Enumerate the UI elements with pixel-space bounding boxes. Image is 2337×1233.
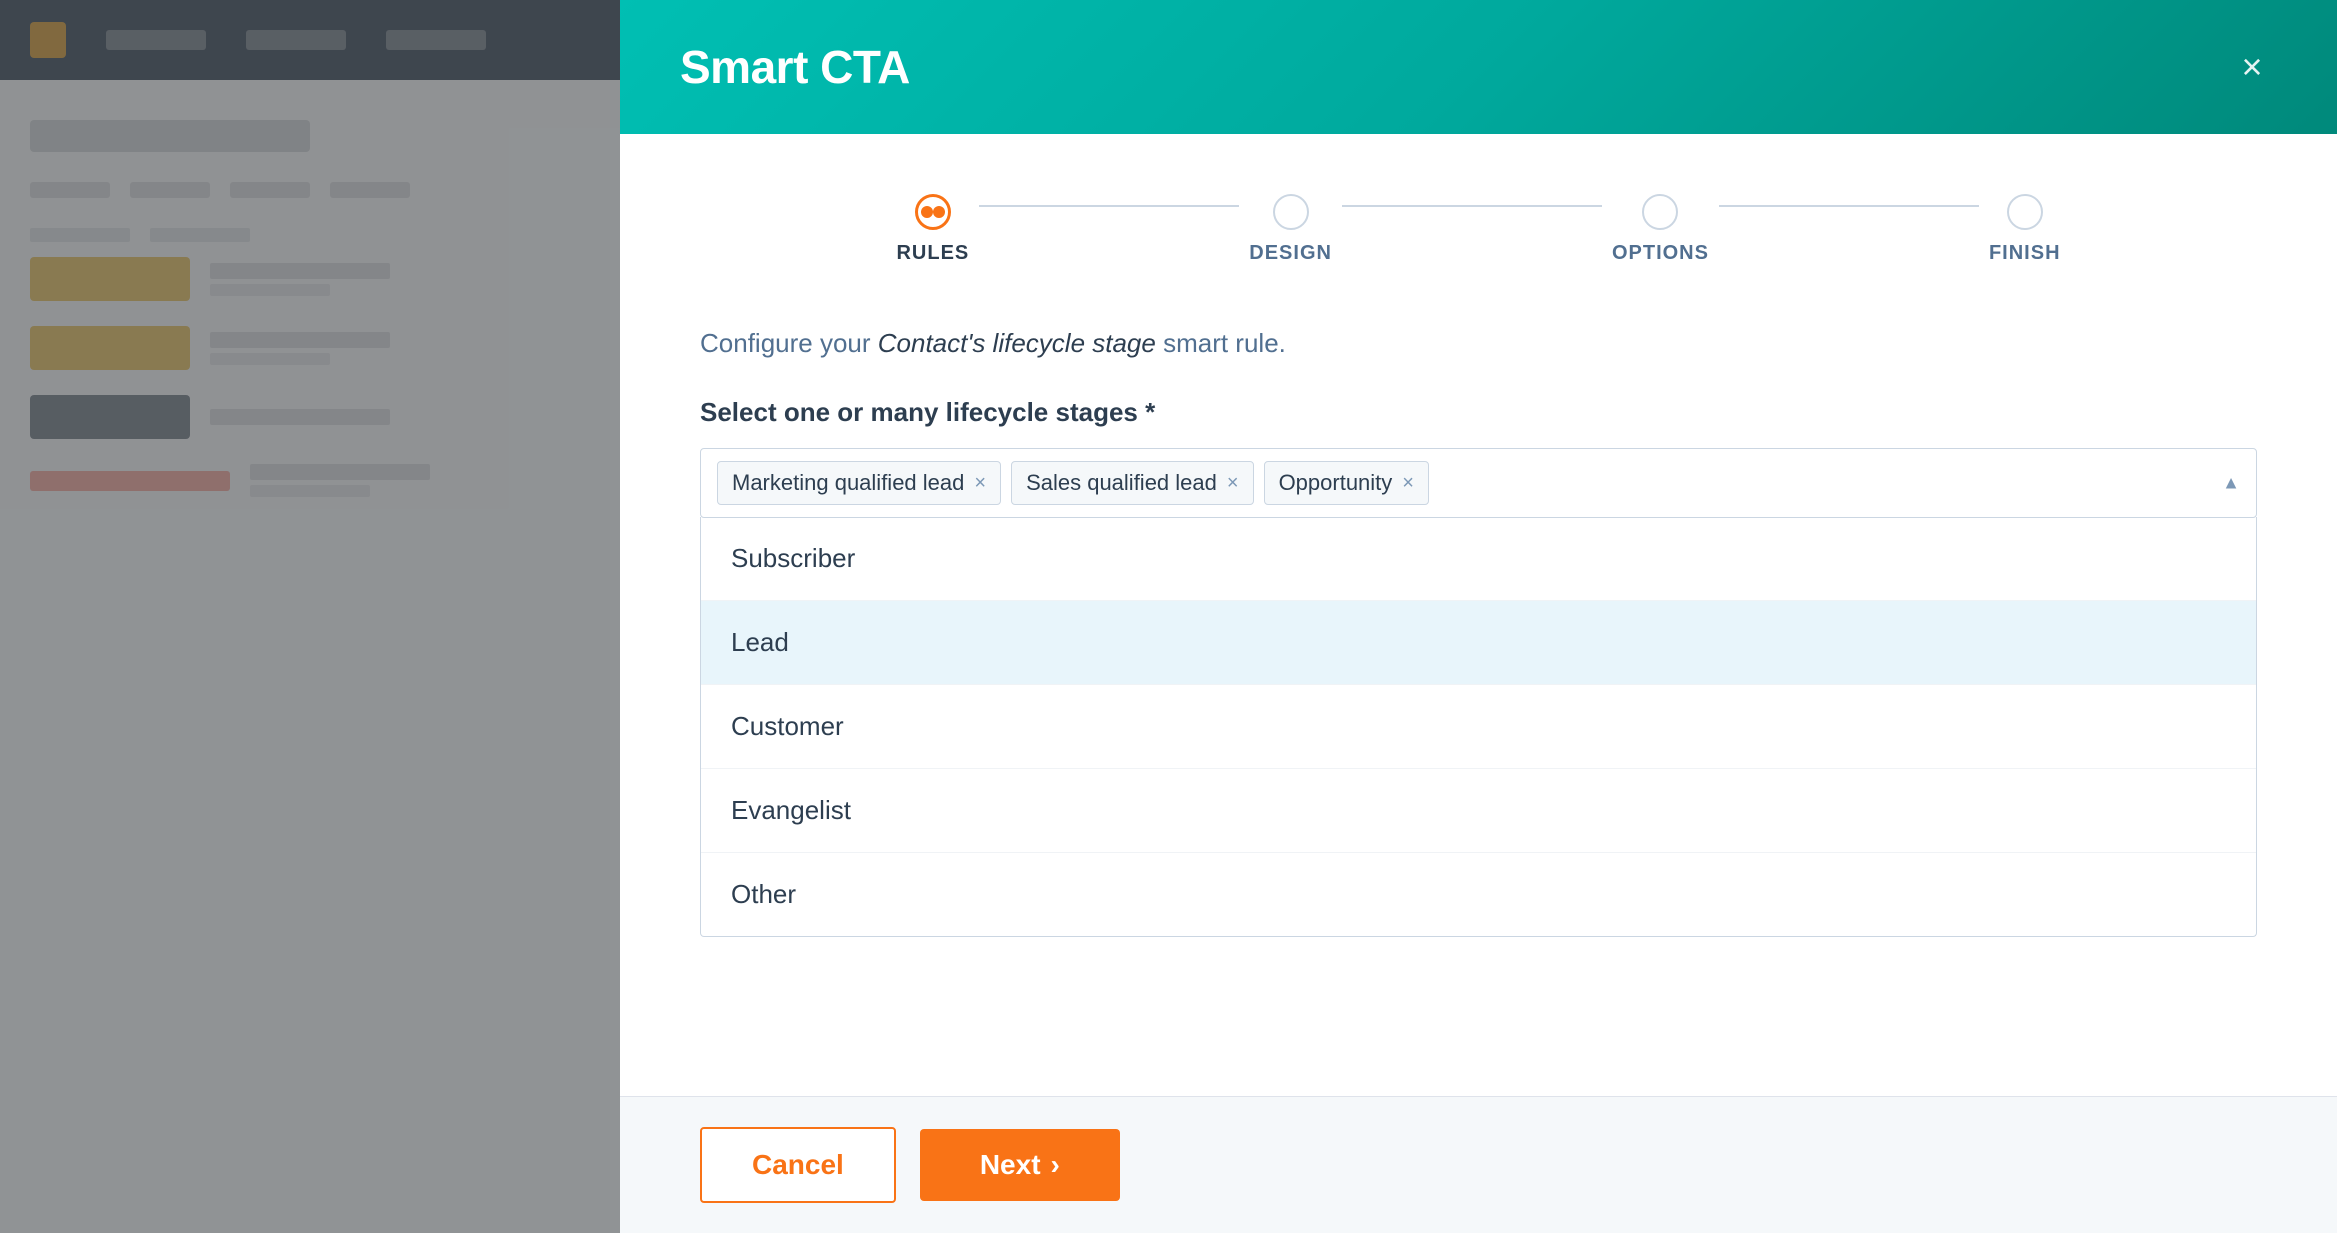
- dropdown-item-evangelist[interactable]: Evangelist: [701, 769, 2256, 853]
- lifecycle-select-label: Select one or many lifecycle stages *: [700, 397, 2257, 428]
- step-options: OPTIONS: [1612, 194, 1709, 265]
- step-rules: RULES: [896, 194, 969, 265]
- modal-footer: Cancel Next ›: [620, 1096, 2337, 1233]
- next-button[interactable]: Next ›: [920, 1129, 1120, 1201]
- lifecycle-tags-input[interactable]: Marketing qualified lead × Sales qualifi…: [700, 448, 2257, 518]
- modal-title: Smart CTA: [680, 40, 910, 94]
- config-description: Configure your Contact's lifecycle stage…: [700, 325, 2257, 361]
- tag-sql-label: Sales qualified lead: [1026, 470, 1217, 496]
- tag-mql-label: Marketing qualified lead: [732, 470, 964, 496]
- tag-opportunity-label: Opportunity: [1279, 470, 1393, 496]
- dropdown-item-other[interactable]: Other: [701, 853, 2256, 936]
- step-options-label: OPTIONS: [1612, 242, 1709, 265]
- step-finish-label: FINISH: [1989, 242, 2061, 265]
- modal-body: RULES DESIGN OPTIONS FINISH Configure yo…: [620, 134, 2337, 1096]
- step-line-3: [1719, 205, 1979, 207]
- tag-opportunity-remove[interactable]: ×: [1402, 473, 1414, 493]
- dropdown-arrow-icon: ▲: [2222, 473, 2240, 494]
- progress-steps: RULES DESIGN OPTIONS FINISH: [700, 194, 2257, 265]
- modal-header: Smart CTA ×: [620, 0, 2337, 134]
- lifecycle-search-input[interactable]: [1439, 470, 2240, 496]
- tag-sql: Sales qualified lead ×: [1011, 461, 1254, 505]
- cancel-button[interactable]: Cancel: [700, 1127, 896, 1203]
- step-finish: FINISH: [1989, 194, 2061, 265]
- step-rules-circle: [915, 194, 951, 230]
- step-options-circle: [1642, 194, 1678, 230]
- step-line-2: [1342, 205, 1602, 207]
- step-design: DESIGN: [1249, 194, 1332, 265]
- tag-mql: Marketing qualified lead ×: [717, 461, 1001, 505]
- step-design-circle: [1273, 194, 1309, 230]
- tag-opportunity: Opportunity ×: [1264, 461, 1429, 505]
- lifecycle-dropdown: Subscriber Lead Customer Evangelist Othe…: [700, 517, 2257, 937]
- next-button-icon: ›: [1051, 1149, 1060, 1181]
- step-finish-circle: [2007, 194, 2043, 230]
- dropdown-item-subscriber[interactable]: Subscriber: [701, 517, 2256, 601]
- step-design-label: DESIGN: [1249, 242, 1332, 265]
- dropdown-item-lead[interactable]: Lead: [701, 601, 2256, 685]
- step-rules-dot: [921, 206, 933, 218]
- modal-close-button[interactable]: ×: [2227, 42, 2277, 92]
- tag-mql-remove[interactable]: ×: [974, 473, 986, 493]
- dropdown-item-customer[interactable]: Customer: [701, 685, 2256, 769]
- next-button-label: Next: [980, 1149, 1041, 1181]
- step-line-1: [979, 205, 1239, 207]
- smart-cta-modal: Smart CTA × RULES DESIGN OPTIONS: [620, 0, 2337, 1233]
- tag-sql-remove[interactable]: ×: [1227, 473, 1239, 493]
- step-rules-label: RULES: [896, 242, 969, 265]
